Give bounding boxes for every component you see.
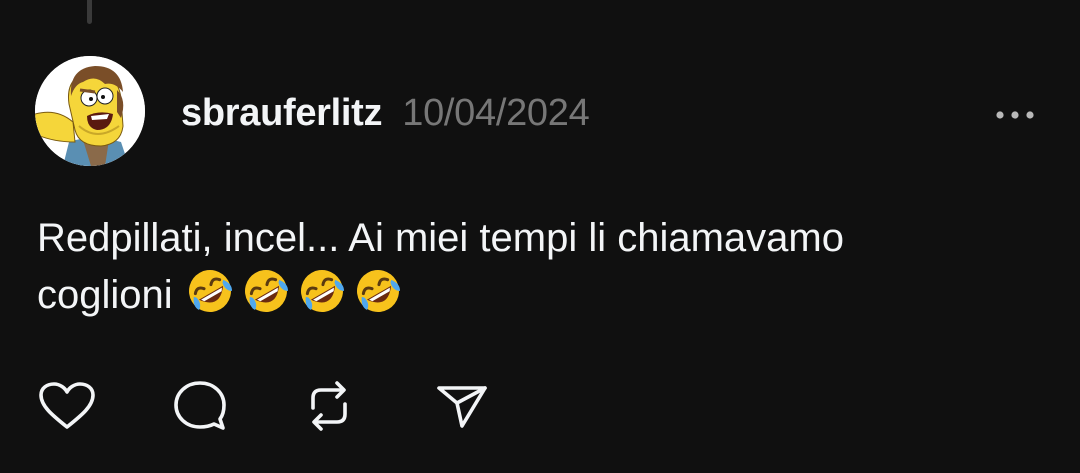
post-text-line-2: coglioni (37, 266, 1037, 323)
post-text-line-1: Redpillati, incel... Ai miei tempi li ch… (37, 216, 844, 260)
more-options-icon (996, 111, 1034, 119)
rolling-laughing-emoji-icon (184, 266, 235, 316)
repost-button[interactable] (299, 376, 359, 436)
rolling-laughing-emoji-icon (296, 266, 347, 316)
share-button[interactable] (432, 376, 492, 436)
emoji-group (184, 266, 403, 316)
comment-button[interactable] (170, 376, 230, 436)
repost-icon (311, 381, 347, 431)
more-options-button[interactable] (990, 98, 1040, 132)
rolling-laughing-emoji-icon (240, 266, 291, 316)
heart-icon (39, 382, 95, 429)
post-text-word: coglioni (37, 273, 173, 317)
post-header: sbrauferlitz 10/04/2024 (181, 88, 590, 138)
post-date: 10/04/2024 (402, 91, 590, 134)
avatar-image (35, 56, 145, 166)
author-username[interactable]: sbrauferlitz (181, 92, 383, 135)
avatar[interactable] (35, 56, 145, 166)
comment-icon (174, 381, 226, 430)
rolling-laughing-emoji-icon (352, 266, 403, 316)
share-icon (437, 386, 487, 428)
post-body: Redpillati, incel... Ai miei tempi li ch… (37, 210, 1037, 323)
like-button[interactable] (37, 376, 97, 436)
thread-connector-line (87, 0, 92, 24)
